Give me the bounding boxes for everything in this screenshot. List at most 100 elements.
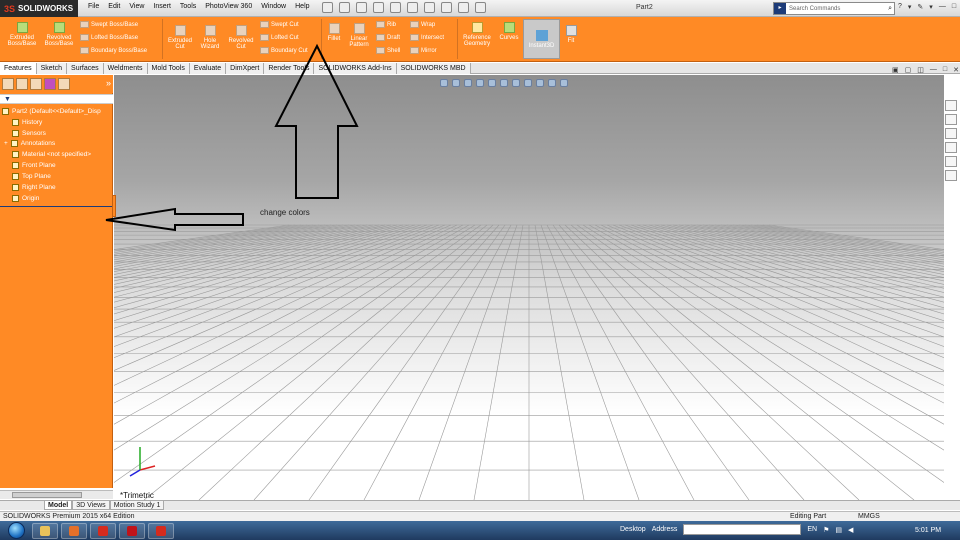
new-document-icon[interactable] (339, 2, 350, 13)
tab-3d-views[interactable]: 3D Views (72, 501, 110, 510)
tab-mold-tools[interactable]: Mold Tools (147, 63, 190, 74)
apply-scene-icon[interactable] (548, 79, 556, 87)
tree-item-material[interactable]: Material <not specified> (12, 151, 91, 158)
panel-resize-handle[interactable] (112, 195, 116, 217)
swept-cut-button[interactable]: Swept Cut (260, 21, 299, 28)
dynamic-annotation-icon[interactable] (488, 79, 496, 87)
revolved-boss-button[interactable]: Revolved Boss/Base (42, 22, 76, 47)
doc-close-icon[interactable]: ✕ (953, 66, 959, 74)
shell-button[interactable]: Shell (376, 47, 400, 54)
extruded-cut-button[interactable]: Extruded Cut (166, 25, 194, 50)
feature-tree-filter[interactable]: ▼ (0, 94, 113, 104)
boundary-boss-button[interactable]: Boundary Boss/Base (80, 47, 147, 54)
feature-tree-tab-icon[interactable] (2, 78, 14, 90)
solidworks-logo[interactable]: 3S SOLIDWORKS (0, 0, 78, 17)
zoom-to-fit-icon[interactable] (440, 79, 448, 87)
expand-icon[interactable]: + (4, 140, 8, 147)
lofted-boss-button[interactable]: Lofted Boss/Base (80, 34, 138, 41)
swept-boss-button[interactable]: Swept Boss/Base (80, 21, 138, 28)
select-icon[interactable] (424, 2, 435, 13)
graphics-area[interactable] (114, 75, 944, 500)
help-icon[interactable]: ? (898, 3, 902, 11)
view-orientation-icon[interactable] (500, 79, 508, 87)
file-explorer-icon[interactable] (945, 128, 957, 139)
save-icon[interactable] (373, 2, 384, 13)
doc-minimize-icon[interactable]: — (930, 66, 937, 74)
menu-help[interactable]: Help (295, 3, 309, 10)
minimize-icon[interactable]: — (939, 3, 946, 11)
display-manager-tab-icon[interactable] (58, 78, 70, 90)
search-icon[interactable]: ⌕ (888, 5, 894, 13)
search-scope-icon[interactable]: ▸ (774, 3, 786, 14)
menu-tools[interactable]: Tools (180, 3, 196, 10)
draft-button[interactable]: Draft (376, 34, 400, 41)
tab-render-tools[interactable]: Render Tools (264, 63, 315, 74)
rib-button[interactable]: Rib (376, 21, 396, 28)
expand-panel-icon[interactable]: » (106, 78, 111, 90)
units-label[interactable]: MMGS (858, 513, 880, 520)
design-library-icon[interactable] (945, 114, 957, 125)
pin-icon[interactable] (322, 2, 333, 13)
view-palette-icon[interactable] (945, 142, 957, 153)
restore-icon[interactable]: ▢ (905, 66, 912, 74)
tree-item-sensors[interactable]: Sensors (12, 130, 46, 137)
tray-network-icon[interactable]: ▤ (835, 526, 842, 534)
custom-properties-icon[interactable] (945, 170, 957, 181)
rollback-bar[interactable] (0, 206, 113, 207)
maximize-icon[interactable]: □ (952, 3, 956, 11)
filter-icon[interactable]: ▼ (4, 96, 11, 103)
property-manager-tab-icon[interactable] (16, 78, 28, 90)
resources-icon[interactable] (945, 100, 957, 111)
tab-mbd[interactable]: SOLIDWORKS MBD (396, 63, 471, 74)
taskbar-clock[interactable]: 5:01 PM (915, 527, 941, 534)
tree-item-origin[interactable]: Origin (12, 195, 39, 202)
revolved-cut-button[interactable]: Revolved Cut (226, 25, 256, 50)
hide-show-items-icon[interactable] (524, 79, 532, 87)
doc-restore-icon[interactable]: □ (943, 66, 947, 74)
dimxpert-manager-tab-icon[interactable] (44, 78, 56, 90)
wrap-button[interactable]: Wrap (410, 21, 435, 28)
menu-photoview[interactable]: PhotoView 360 (205, 3, 252, 10)
view-settings-icon[interactable] (560, 79, 568, 87)
file-properties-icon[interactable] (458, 2, 469, 13)
address-input[interactable] (683, 524, 802, 535)
language-indicator[interactable]: EN (807, 526, 817, 533)
search-input[interactable]: Search Commands (786, 6, 888, 12)
zoom-area-icon[interactable] (452, 79, 460, 87)
open-folder-icon[interactable] (356, 2, 367, 13)
taskbar-app-acrobat[interactable] (119, 523, 145, 539)
section-view-icon[interactable] (476, 79, 484, 87)
help-dropdown-icon[interactable]: ▾ (908, 3, 912, 11)
start-button[interactable] (4, 521, 28, 540)
tab-motion-study[interactable]: Motion Study 1 (109, 501, 165, 510)
options-icon[interactable] (475, 2, 486, 13)
tab-weldments[interactable]: Weldments (103, 63, 148, 74)
markup-icon[interactable]: ✎ (917, 3, 923, 11)
extruded-boss-button[interactable]: Extruded Boss/Base (5, 22, 39, 47)
linear-pattern-button[interactable]: Linear Pattern (346, 23, 372, 48)
print-icon[interactable] (390, 2, 401, 13)
boundary-cut-button[interactable]: Boundary Cut (260, 47, 308, 54)
lofted-cut-button[interactable]: Lofted Cut (260, 34, 299, 41)
instant3d-button[interactable]: Instant3D (523, 19, 560, 59)
markup-dropdown-icon[interactable]: ▾ (929, 3, 933, 11)
tree-item-history[interactable]: History (12, 119, 42, 126)
tab-surfaces[interactable]: Surfaces (67, 63, 104, 74)
reference-geometry-button[interactable]: Reference Geometry (460, 22, 494, 47)
tree-root[interactable]: Part2 (Default<<Default>_Disp (2, 108, 101, 115)
float-icon[interactable]: ◫ (917, 66, 924, 74)
previous-view-icon[interactable] (464, 79, 472, 87)
menu-view[interactable]: View (129, 3, 144, 10)
tab-sketch[interactable]: Sketch (36, 63, 68, 74)
fillet-button[interactable]: Fillet (324, 23, 344, 42)
menu-insert[interactable]: Insert (153, 3, 171, 10)
tree-item-top-plane[interactable]: Top Plane (12, 173, 51, 180)
rebuild-icon[interactable] (441, 2, 452, 13)
undo-icon[interactable] (407, 2, 418, 13)
curves-button[interactable]: Curves (496, 22, 522, 41)
fit-button[interactable]: Fit (563, 25, 579, 44)
configuration-manager-tab-icon[interactable] (30, 78, 42, 90)
display-style-icon[interactable] (512, 79, 520, 87)
tab-features[interactable]: Features (0, 63, 37, 74)
tab-evaluate[interactable]: Evaluate (189, 63, 227, 74)
